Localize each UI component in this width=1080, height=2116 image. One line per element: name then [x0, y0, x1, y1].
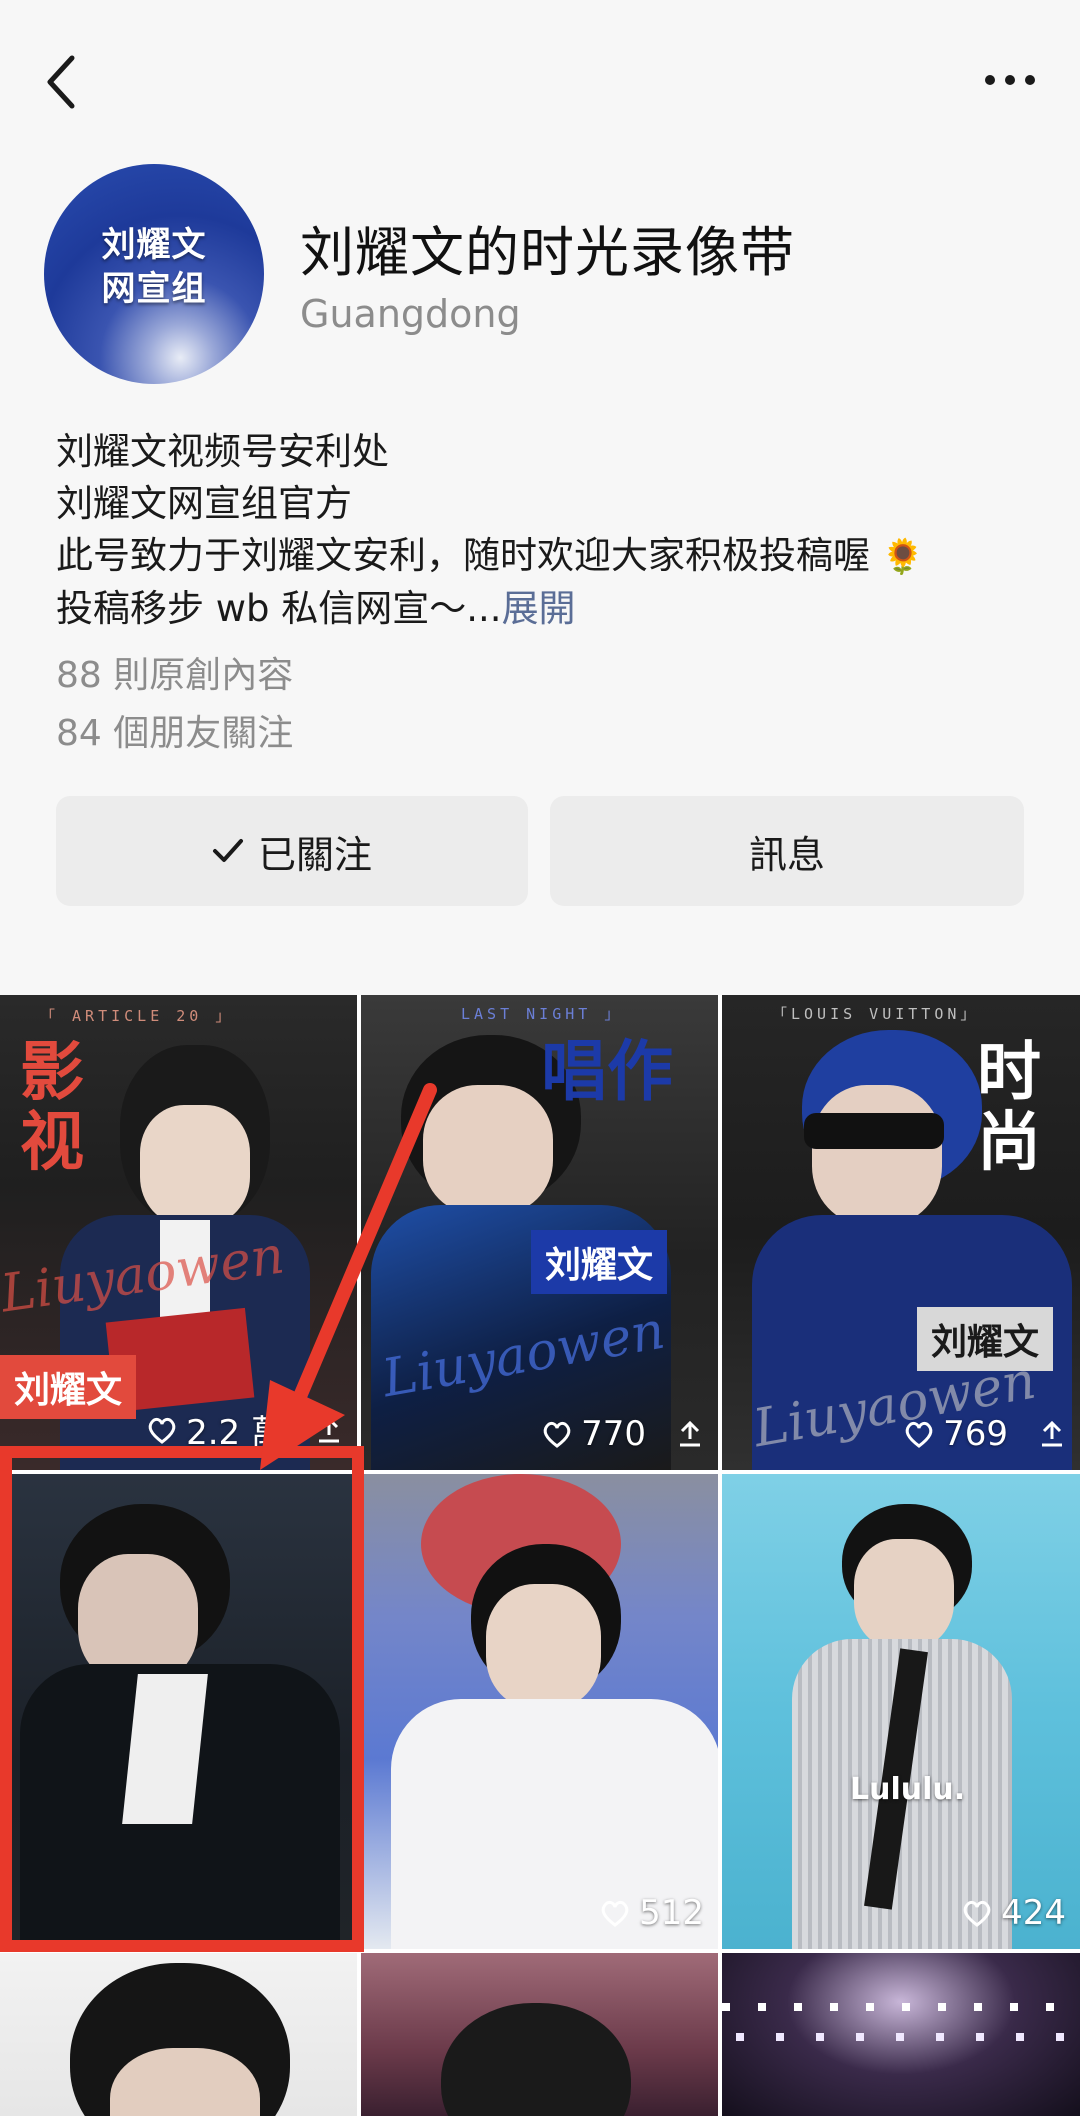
video-stats: 770	[541, 1414, 704, 1454]
portrait-face	[854, 1539, 954, 1649]
video-caption: Lululu.	[850, 1772, 966, 1807]
video-stats: 512	[599, 1893, 704, 1933]
video-thumbnail[interactable]	[0, 1953, 357, 2116]
stage-lights	[722, 2033, 1080, 2041]
heart-icon	[543, 1421, 571, 1448]
bio-line: 刘耀文网宣组官方	[56, 482, 352, 525]
share-icon[interactable]	[315, 1415, 343, 1445]
name-tag: 刘耀文	[0, 1355, 137, 1419]
video-thumbnail[interactable]	[0, 1474, 357, 1949]
avatar-text-line: 刘耀文	[101, 225, 207, 265]
channel-location: Guangdong	[300, 292, 521, 336]
video-thumbnail[interactable]: 512	[361, 1474, 718, 1949]
video-stats: 2.2 萬	[146, 1405, 343, 1454]
heart-icon	[601, 1900, 629, 1927]
portrait-face	[812, 1085, 942, 1225]
video-title-char: 尚	[977, 1105, 1041, 1180]
message-button[interactable]: 訊息	[550, 796, 1024, 906]
ellipsis-icon	[985, 75, 1035, 85]
friends-following-count[interactable]: 84 個朋友關注	[56, 704, 293, 756]
expand-bio-link[interactable]: 展開	[502, 587, 576, 630]
bio-line: 此号致力于刘耀文安利，随时欢迎大家积极投稿喔 🌻	[56, 530, 1036, 583]
chevron-left-icon	[47, 55, 75, 109]
like-count: 2.2 萬	[186, 1413, 285, 1453]
bio-line: 刘耀文视频号安利处	[56, 430, 389, 473]
bio-line: 投稿移步 wb 私信网宣～...展開	[56, 583, 1036, 635]
message-label: 訊息	[748, 832, 825, 877]
more-options-button[interactable]	[980, 58, 1040, 102]
portrait-sunglasses	[804, 1113, 944, 1149]
sunflower-emoji: 🌻	[881, 537, 925, 577]
video-thumbnail[interactable]: LAST NIGHT 」 唱作 刘耀文 Liuyaowen 770	[361, 995, 718, 1470]
channel-name: 刘耀文的时光录像带	[300, 221, 795, 284]
avatar-text-line: 网宣组	[101, 269, 207, 309]
video-thumbnail[interactable]: Lululu. 424	[722, 1474, 1080, 1949]
following-button[interactable]: 已關注	[56, 796, 528, 906]
share-icon[interactable]	[1038, 1419, 1066, 1449]
video-tag-label: 「LOUIS VUITTON」	[772, 1005, 980, 1023]
channel-bio: 刘耀文视频号安利处 刘耀文网宣组官方 此号致力于刘耀文安利，随时欢迎大家积极投稿…	[56, 426, 1036, 635]
video-thumbnail[interactable]: 「 ARTICLE 20 」 影 视 Liuyaowen 刘耀文 2.2 萬	[0, 995, 357, 1470]
name-tag: 刘耀文	[531, 1230, 668, 1294]
video-title-char: 唱作	[541, 1032, 673, 1110]
video-thumbnail[interactable]: 「LOUIS VUITTON」 时 尚 刘耀文 Liuyaowen 769	[722, 995, 1080, 1470]
video-tag-label: 「 ARTICLE 20 」	[40, 1007, 235, 1025]
video-thumbnail[interactable]	[361, 1953, 718, 2116]
following-label: 已關注	[257, 832, 372, 877]
video-title-char: 视	[20, 1105, 84, 1180]
top-bar	[0, 0, 1080, 160]
video-stats: 769	[903, 1414, 1066, 1454]
bio-line-text: 此号致力于刘耀文安利，随时欢迎大家积极投稿喔	[56, 534, 870, 577]
like-count: 770	[581, 1414, 646, 1454]
check-icon	[212, 839, 243, 862]
portrait-hair	[441, 2003, 631, 2116]
avatar-text: 刘耀文 网宣组	[102, 223, 207, 311]
heart-icon	[905, 1421, 933, 1448]
heart-icon	[963, 1900, 991, 1927]
bio-line-text: 投稿移步 wb 私信网宣～...	[56, 587, 502, 630]
video-grid: 「 ARTICLE 20 」 影 视 Liuyaowen 刘耀文 2.2 萬 L…	[0, 995, 1080, 2116]
video-stats: 424	[961, 1893, 1066, 1933]
video-tag-label: LAST NIGHT 」	[461, 1005, 624, 1023]
back-button[interactable]	[40, 52, 84, 112]
stage-lights	[722, 2003, 1080, 2011]
video-thumbnail[interactable]	[722, 1953, 1080, 2116]
portrait-face	[423, 1085, 553, 1215]
like-count: 424	[1001, 1893, 1066, 1933]
avatar[interactable]: 刘耀文 网宣组	[44, 164, 264, 384]
video-title-char: 时	[977, 1035, 1041, 1110]
portrait-face	[140, 1105, 250, 1225]
original-content-count[interactable]: 88 則原創內容	[56, 646, 293, 698]
heart-icon	[148, 1417, 176, 1444]
like-count: 769	[943, 1414, 1008, 1454]
like-count: 512	[639, 1893, 704, 1933]
video-title-char: 影	[20, 1035, 84, 1110]
share-icon[interactable]	[676, 1419, 704, 1449]
portrait-face	[486, 1584, 601, 1709]
